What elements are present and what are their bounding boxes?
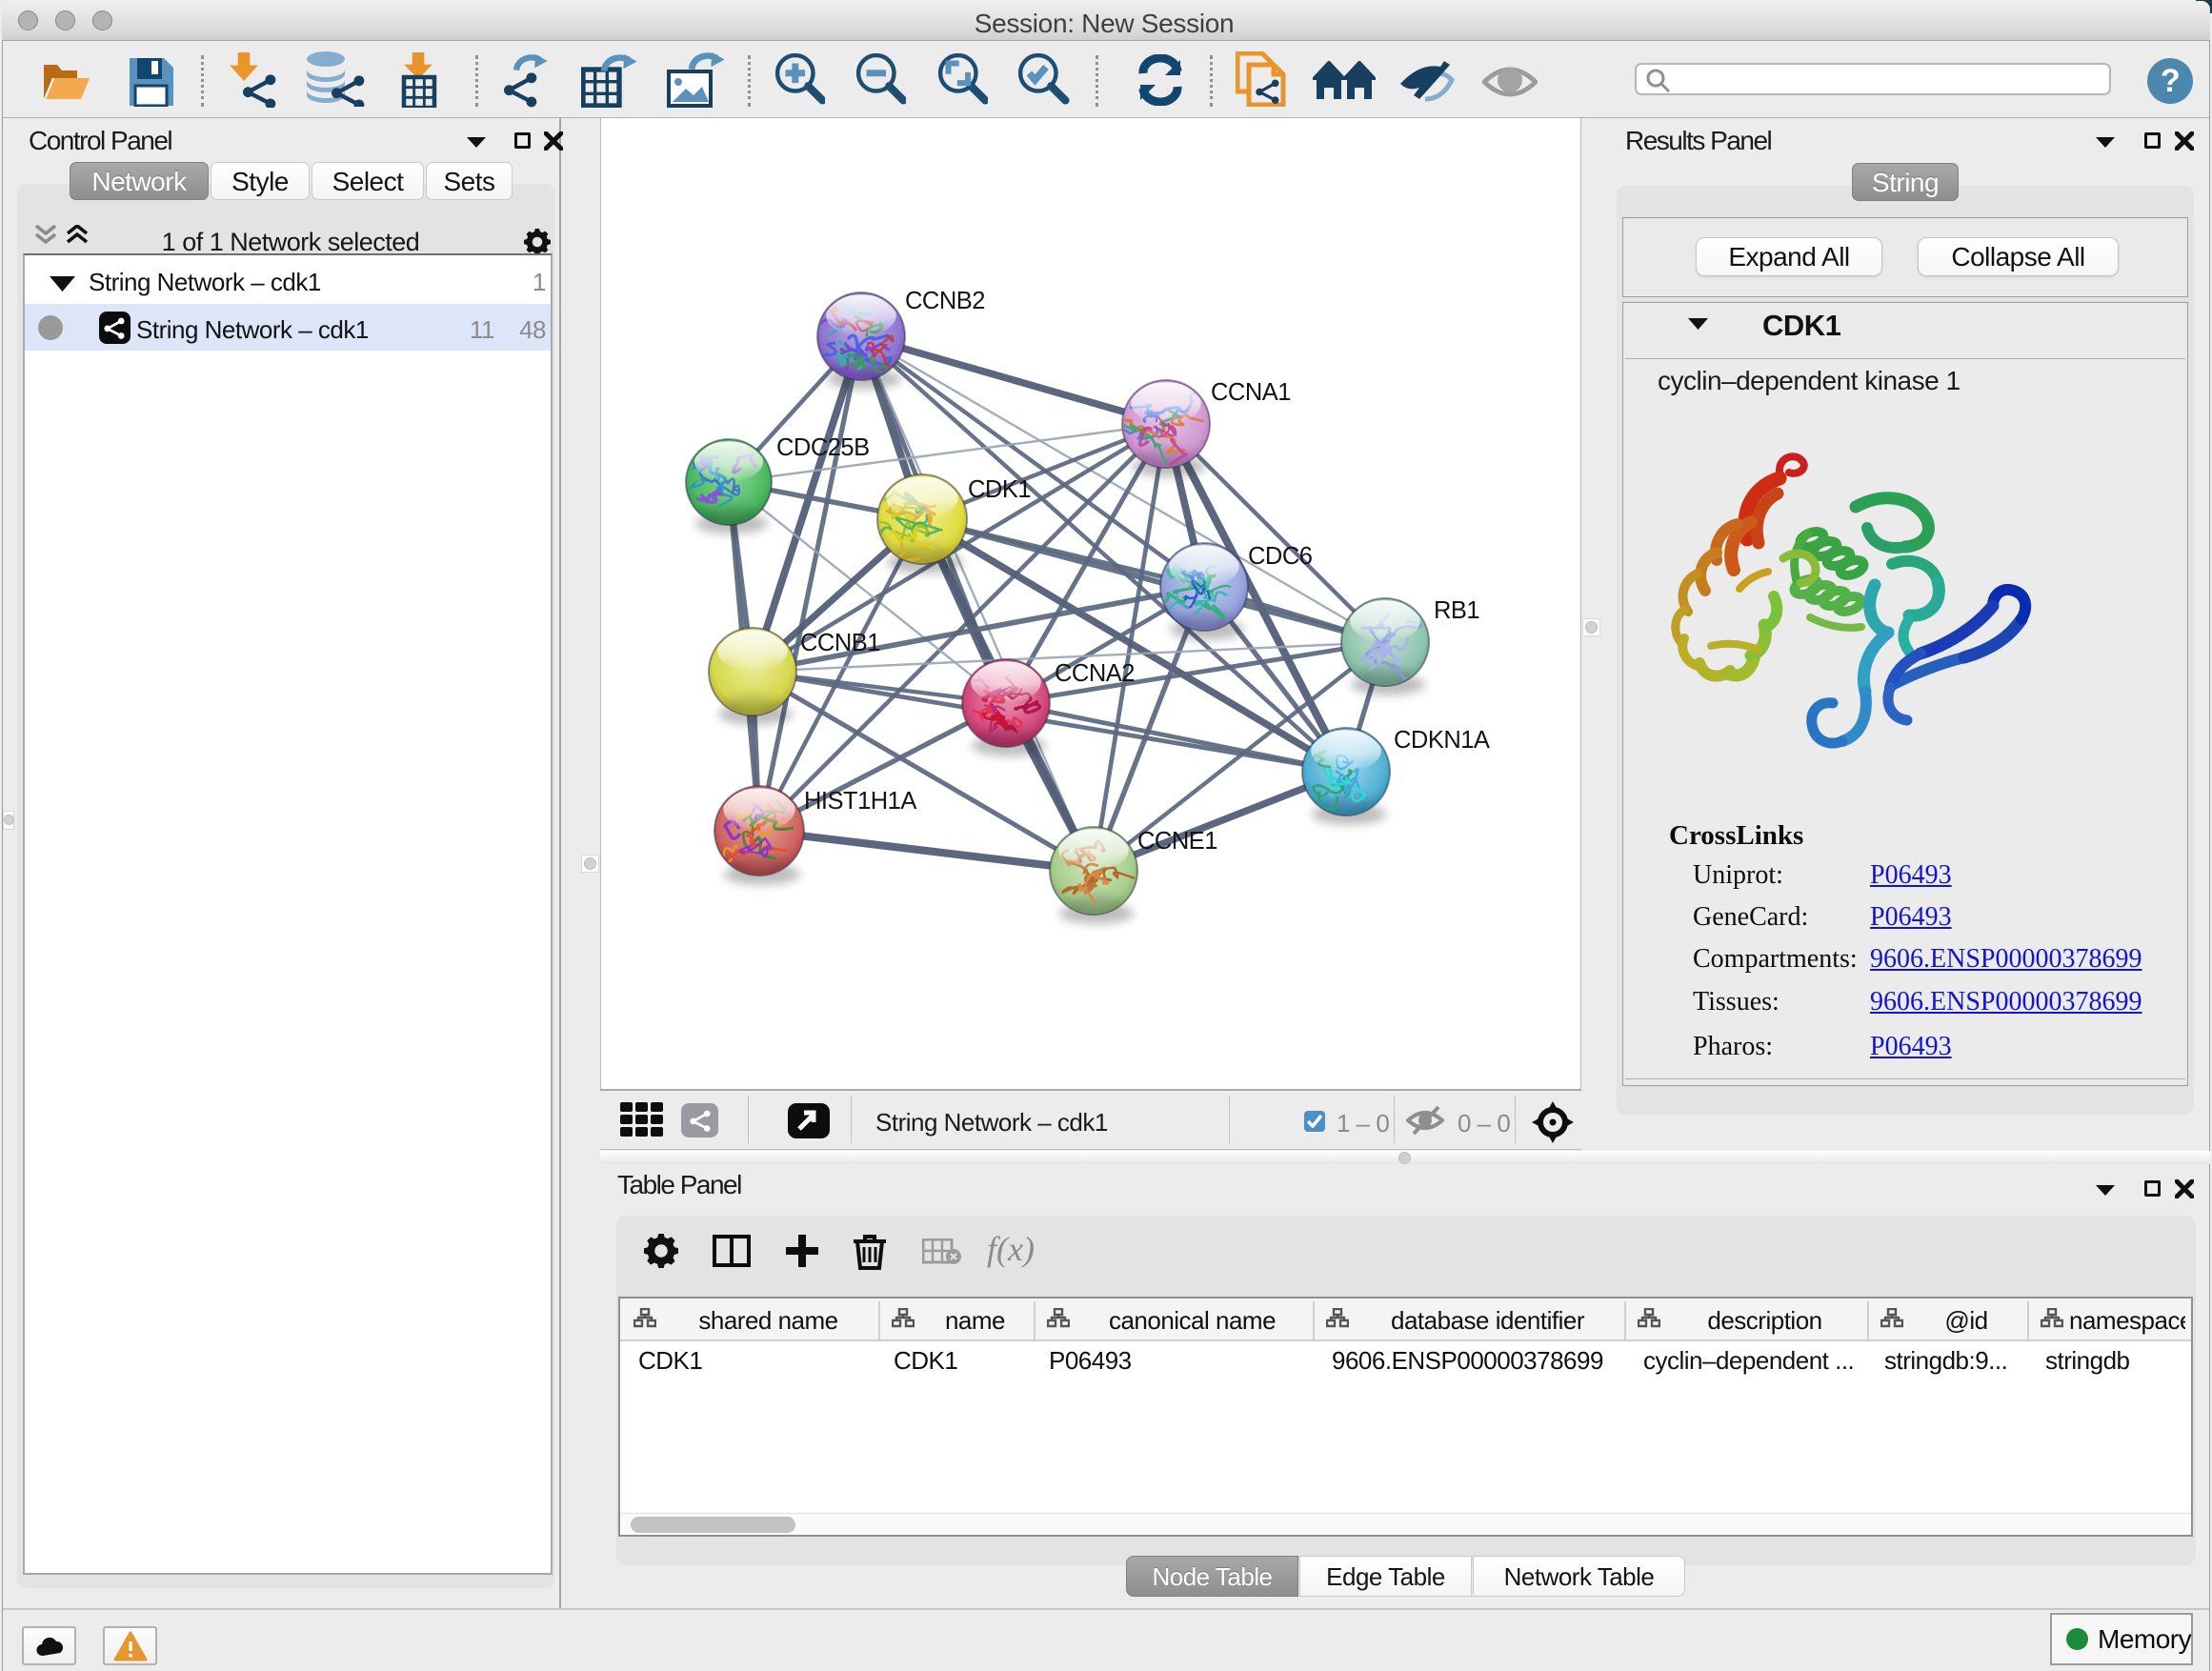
svg-text:CDK1: CDK1: [968, 476, 1031, 503]
svg-text:CCNB2: CCNB2: [905, 288, 985, 314]
svg-text:HIST1H1A: HIST1H1A: [804, 788, 916, 815]
svg-text:RB1: RB1: [1434, 597, 1479, 624]
svg-text:CDKN1A: CDKN1A: [1394, 727, 1490, 754]
svg-text:?: ?: [2161, 63, 2180, 99]
svg-text:CDC6: CDC6: [1248, 543, 1313, 570]
svg-text:CCNA1: CCNA1: [1211, 379, 1291, 406]
svg-text:CCNA2: CCNA2: [1055, 660, 1135, 687]
svg-text:CCNE1: CCNE1: [1137, 828, 1217, 855]
svg-text:CCNB1: CCNB1: [800, 630, 880, 656]
svg-text:CDC25B: CDC25B: [776, 434, 870, 461]
